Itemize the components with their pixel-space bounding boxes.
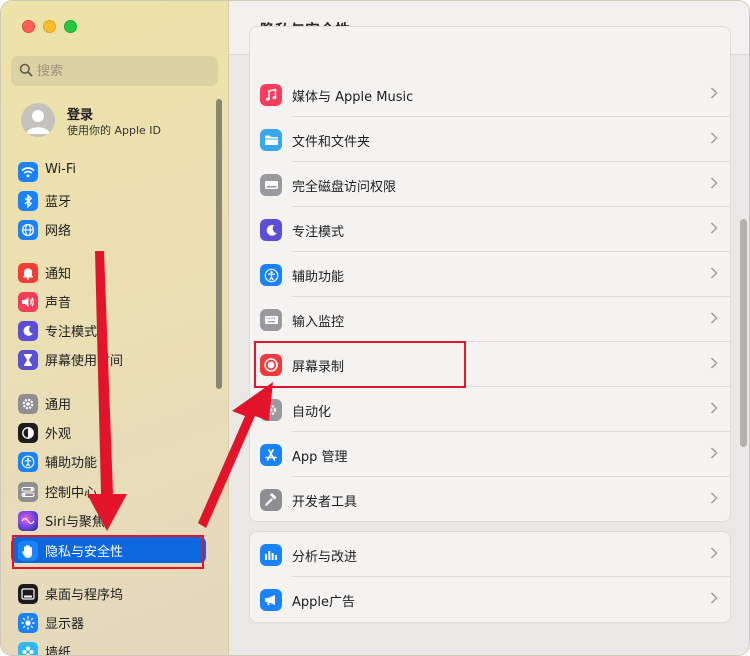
settings-window: 登录 使用你的 Apple ID Wi-Fi 蓝牙 网络 通知 [0, 0, 750, 656]
arrow-down-icon [87, 251, 127, 531]
arrow-up-right-icon [198, 382, 273, 528]
annotation-arrows [87, 251, 273, 531]
